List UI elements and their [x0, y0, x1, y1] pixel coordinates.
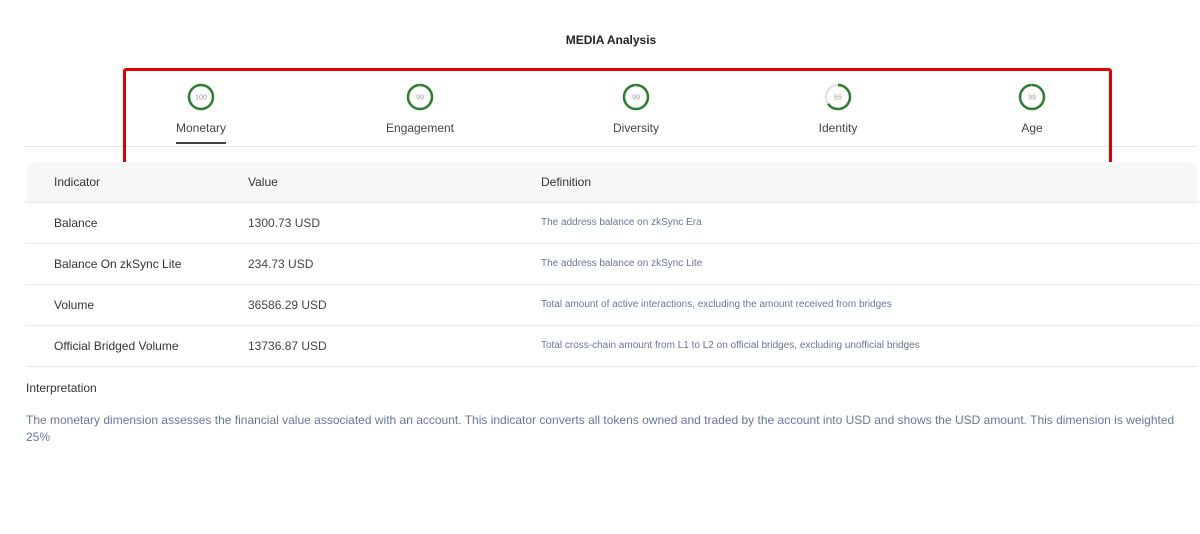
indicator-definition: The address balance on zkSync Lite	[541, 258, 703, 269]
header-value: Value	[248, 175, 278, 189]
interpretation-title: Interpretation	[26, 381, 97, 395]
indicator-name: Official Bridged Volume	[54, 339, 179, 353]
table-row: Volume 36586.29 USD Total amount of acti…	[26, 285, 1198, 326]
interpretation-text: The monetary dimension assesses the fina…	[26, 413, 1175, 444]
table-row: Official Bridged Volume 13736.87 USD Tot…	[26, 326, 1198, 367]
indicator-definition: Total amount of active interactions, exc…	[541, 299, 892, 310]
header-definition: Definition	[541, 175, 592, 189]
table-header: Indicator Value Definition	[26, 162, 1198, 203]
indicator-table: Indicator Value Definition Balance 1300.…	[26, 162, 1198, 367]
indicator-name: Volume	[54, 298, 95, 312]
indicator-name: Balance On zkSync Lite	[54, 257, 182, 271]
indicator-definition: The address balance on zkSync Era	[541, 217, 702, 228]
indicator-value: 36586.29 USD	[248, 298, 327, 312]
table-row: Balance On zkSync Lite 234.73 USD The ad…	[26, 244, 1198, 285]
table-row: Balance 1300.73 USD The address balance …	[26, 203, 1198, 244]
indicator-value: 234.73 USD	[248, 257, 314, 271]
page-title: MEDIA Analysis	[565, 33, 657, 47]
indicator-value: 1300.73 USD	[248, 216, 321, 230]
indicator-definition: Total cross-chain amount from L1 to L2 o…	[541, 340, 920, 351]
header-indicator: Indicator	[54, 175, 101, 189]
indicator-value: 13736.87 USD	[248, 339, 327, 353]
highlight-box	[123, 68, 1112, 170]
indicator-name: Balance	[54, 216, 98, 230]
